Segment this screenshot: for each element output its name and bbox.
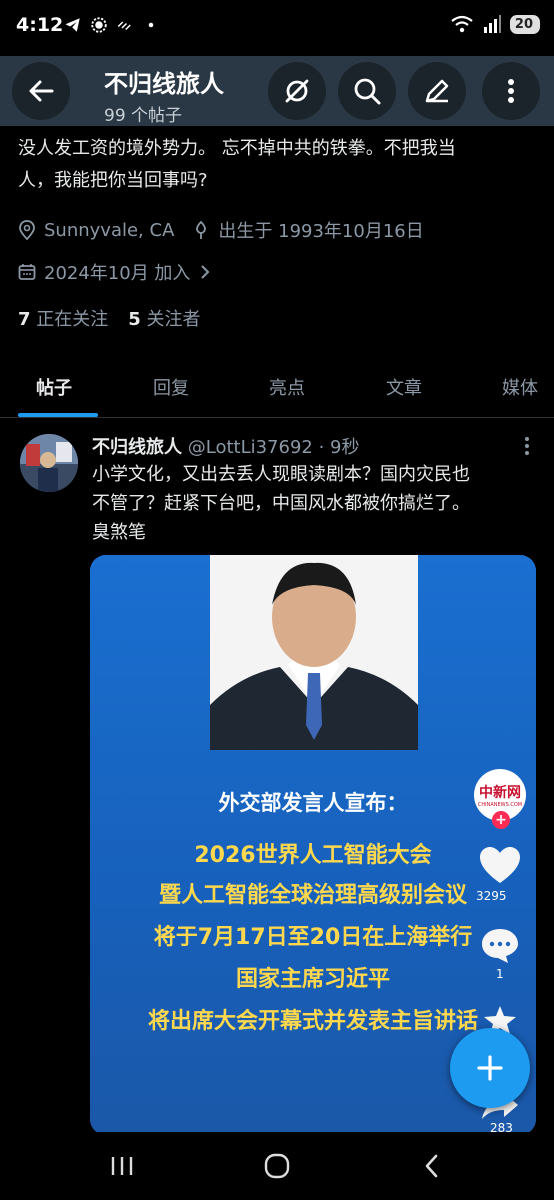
media-text-line: 暨人工智能全球治理高级别会议: [158, 883, 467, 908]
back-nav-button[interactable]: [412, 1148, 452, 1184]
joined-row[interactable]: 2024年10月 加入: [18, 259, 212, 285]
following-label: 正在关注: [36, 309, 109, 330]
back-button[interactable]: [12, 62, 70, 120]
like-count: 3295: [476, 889, 507, 903]
telegram-icon: [65, 18, 80, 32]
search-icon: [354, 78, 381, 105]
recent-apps-icon: [111, 1157, 133, 1175]
followers-count: 5: [128, 309, 141, 330]
more-button[interactable]: [482, 62, 540, 120]
notification-icons: [64, 16, 160, 34]
post-count: 99 个帖子: [104, 106, 183, 126]
system-icons: 20: [450, 14, 540, 34]
tab-replies[interactable]: 回复: [153, 374, 189, 400]
recent-apps-button[interactable]: [102, 1148, 142, 1184]
wifi-icon: [451, 15, 473, 33]
location-icon: [19, 220, 35, 240]
signal-app-icon: [91, 17, 107, 33]
following-link[interactable]: 7 正在关注: [18, 305, 108, 331]
post-text-line: 臭煞笔: [92, 522, 146, 543]
compose-post-button[interactable]: [450, 1028, 530, 1108]
follow-stats: 7 正在关注 5 关注者: [18, 305, 201, 331]
bio-line: 没人发工资的境外势力。 忘不掉中共的铁拳。不把我当: [18, 138, 456, 159]
following-count: 7: [18, 309, 31, 330]
media-text-line: 将出席大会开幕式并发表主旨讲话: [147, 1009, 478, 1034]
more-vertical-icon: [525, 437, 529, 455]
tab-posts[interactable]: 帖子: [36, 374, 72, 400]
back-arrow-icon: [29, 80, 54, 102]
hide-icon: [285, 79, 309, 103]
more-vertical-icon: [508, 79, 514, 103]
calendar-icon: [18, 264, 36, 280]
post-author[interactable]: 不归线旅人: [92, 437, 182, 458]
chevron-right-icon: [201, 265, 210, 279]
avatar-image: [20, 434, 78, 492]
profile-birthday: 出生于 1993年10月16日: [218, 221, 424, 242]
hide-button[interactable]: [268, 62, 326, 120]
active-tab-indicator: [18, 413, 98, 417]
followers-label: 关注者: [146, 309, 201, 330]
follow-plus-icon: +: [492, 811, 510, 829]
post-more-button[interactable]: [524, 436, 530, 460]
home-icon: [264, 1153, 290, 1179]
bio-line: 人，我能把你当回事吗?: [18, 170, 208, 191]
logo-text: 中新网: [479, 785, 521, 801]
tab-media[interactable]: 媒体: [502, 374, 538, 400]
cell-signal-icon: [483, 15, 501, 33]
media-text-line: 外交部发言人宣布：: [218, 791, 408, 815]
heart-icon: [480, 847, 520, 883]
profile-joined: 2024年10月 加入: [44, 263, 191, 284]
search-button[interactable]: [338, 62, 396, 120]
logo-subtext: CHINANEWS.COM: [477, 802, 523, 808]
avatar[interactable]: [20, 434, 78, 492]
profile-tabs: 帖子 回复 亮点 文章 媒体: [0, 360, 554, 418]
home-button[interactable]: [257, 1148, 297, 1184]
status-time: 4:12: [16, 14, 64, 36]
profile-header: 不归线旅人 99 个帖子: [0, 56, 554, 126]
post-text-line: 不管了？赶紧下台吧，中国风水都被你搞烂了。: [92, 493, 470, 514]
profile-meta-row: Sunnyvale, CA 出生于 1993年10月16日: [18, 217, 424, 243]
profile-location: Sunnyvale, CA: [44, 219, 175, 241]
battery-indicator: 20: [509, 14, 540, 34]
status-bar: 4:12 20: [0, 0, 554, 56]
comment-count: 1: [496, 967, 504, 981]
media-text-line: 将于7月17日至20日在上海举行: [153, 925, 473, 950]
portrait-photo: [210, 555, 418, 750]
birthday-icon: [196, 220, 207, 239]
edit-icon: [425, 79, 449, 103]
post-text-line: 小学文化，又出去丢人现眼读剧本？国内灾民也: [92, 464, 470, 485]
post-handle: @LottLi37692 · 9秒: [187, 437, 360, 458]
profile-title: 不归线旅人: [104, 70, 224, 98]
profile-bio: 没人发工资的境外势力。 忘不掉中共的铁拳。不把我当 人，我能把你当回事吗?: [18, 133, 538, 197]
media-text-line: 2026世界人工智能大会: [194, 843, 432, 868]
edit-button[interactable]: [408, 62, 466, 120]
post-header: 不归线旅人 @LottLi37692 · 9秒: [92, 433, 359, 459]
wifi-off-icon: [117, 21, 131, 31]
system-navigation-bar: [0, 1132, 554, 1200]
media-text-line: 国家主席习近平: [235, 967, 390, 992]
comment-icon: [482, 929, 518, 963]
dot-icon: [148, 22, 154, 28]
tab-articles[interactable]: 文章: [386, 374, 422, 400]
back-chevron-icon: [425, 1154, 438, 1178]
plus-icon: [477, 1055, 503, 1081]
post-text: 小学文化，又出去丢人现眼读剧本？国内灾民也 不管了？赶紧下台吧，中国风水都被你搞…: [92, 460, 532, 547]
followers-link[interactable]: 5 关注者: [128, 305, 200, 331]
tab-highlights[interactable]: 亮点: [269, 374, 305, 400]
